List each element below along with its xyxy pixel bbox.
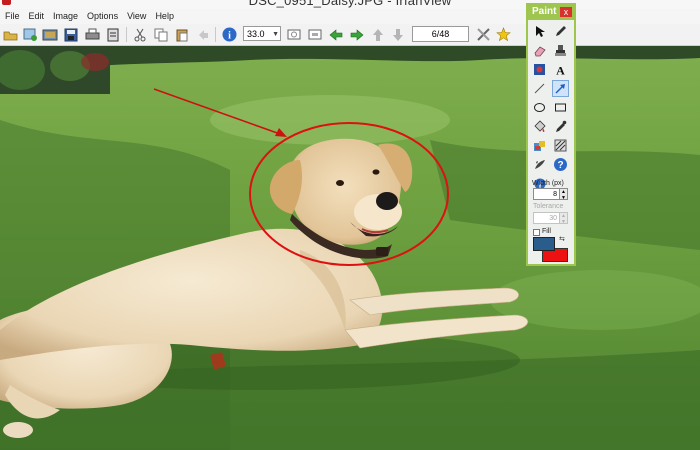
original-size-icon[interactable]	[307, 27, 323, 42]
menu-help[interactable]: Help	[151, 9, 178, 24]
fill-tool-button[interactable]	[531, 118, 548, 135]
paint-title: Paint	[532, 6, 557, 17]
rectangle-icon	[555, 103, 566, 112]
help-icon: ?	[554, 158, 567, 171]
toolbar-separator	[215, 27, 216, 42]
scanner-icon[interactable]	[105, 27, 121, 42]
brush-tool-button[interactable]	[552, 23, 569, 40]
line-tool-button[interactable]	[531, 80, 548, 97]
tolerance-spinner[interactable]: 30 ▲ ▼	[533, 212, 569, 225]
ellipse-icon	[534, 103, 545, 112]
toolbar: i 33.0 ▼ 6/48	[0, 24, 700, 46]
dog-photo	[0, 46, 700, 450]
paste-icon[interactable]	[174, 27, 190, 42]
thumbnails-icon[interactable]	[42, 27, 58, 42]
width-input[interactable]: 8	[533, 188, 560, 200]
text-icon: A	[556, 64, 565, 77]
spinner-arrows-icon[interactable]: ▲ ▼	[560, 188, 568, 201]
magic-icon	[535, 160, 545, 169]
redeye-tool-button[interactable]	[531, 61, 548, 78]
menu-options[interactable]: Options	[83, 9, 122, 24]
line-icon	[534, 83, 545, 94]
info-icon[interactable]: i	[221, 27, 237, 42]
paint-title-bar[interactable]: Paint x	[528, 5, 574, 20]
undo-icon[interactable]	[195, 27, 211, 42]
effects-icon	[554, 139, 567, 152]
zoom-value: 33.0	[247, 29, 265, 39]
chevron-down-icon[interactable]: ▼	[272, 27, 279, 42]
spray-icon	[534, 141, 545, 151]
text-tool-button[interactable]: A	[552, 61, 569, 78]
width-spinner[interactable]: 8 ▲ ▼	[533, 188, 569, 201]
tolerance-label: Tolerance	[533, 203, 564, 210]
close-icon: x	[563, 7, 569, 17]
width-label: Width (px)	[532, 180, 564, 187]
fill-checkbox[interactable]	[533, 229, 540, 236]
next-dir-icon[interactable]	[390, 27, 406, 42]
image-canvas[interactable]	[0, 46, 700, 450]
eraser-tool-button[interactable]	[531, 42, 548, 59]
color-picker-tool-button[interactable]	[552, 118, 569, 135]
pointer-icon	[535, 26, 545, 37]
cut-icon[interactable]	[132, 27, 148, 42]
help-tool-button[interactable]: ?	[552, 156, 569, 173]
settings-icon[interactable]	[475, 27, 491, 42]
arrow-line-icon	[555, 84, 565, 94]
brush-icon	[556, 26, 566, 36]
prev-icon[interactable]	[328, 27, 344, 42]
copy-icon[interactable]	[153, 27, 169, 42]
toolbar-separator	[126, 27, 127, 42]
window-title: DSC_0951_Daisy.JPG - IrfanView	[248, 0, 452, 8]
ellipse-tool-button[interactable]	[531, 99, 548, 116]
svg-text:?: ?	[557, 160, 563, 171]
slideshow-icon[interactable]	[22, 27, 38, 42]
next-icon[interactable]	[349, 27, 365, 42]
open-folder-icon[interactable]	[2, 27, 18, 42]
paint-bucket-icon	[534, 120, 546, 132]
eyedropper-icon	[556, 120, 567, 132]
svg-text:A: A	[556, 64, 565, 77]
favorite-icon[interactable]	[495, 27, 511, 42]
rectangle-tool-button[interactable]	[552, 99, 569, 116]
print-icon[interactable]	[84, 27, 100, 42]
prev-dir-icon[interactable]	[370, 27, 386, 42]
red-eye-icon	[534, 64, 545, 75]
menu-image[interactable]: Image	[49, 9, 82, 24]
spray-tool-button[interactable]	[531, 137, 548, 154]
magic-tool-button[interactable]	[531, 156, 548, 173]
pointer-tool-button[interactable]	[531, 23, 548, 40]
clone-stamp-icon	[555, 45, 566, 56]
fit-window-icon[interactable]	[286, 27, 302, 42]
svg-text:i: i	[228, 31, 231, 42]
zoom-select[interactable]: 33.0 ▼	[243, 26, 281, 41]
title-bar: DSC_0951_Daisy.JPG - IrfanView	[0, 0, 700, 9]
menu-file[interactable]: File	[1, 9, 24, 24]
spinner-arrows-icon[interactable]: ▲ ▼	[560, 212, 568, 225]
arrow-tool-button[interactable]	[552, 80, 569, 97]
clone-tool-button[interactable]	[552, 42, 569, 59]
menu-view[interactable]: View	[123, 9, 150, 24]
eraser-icon	[534, 45, 546, 56]
swap-colors-icon[interactable]: ⇆	[559, 235, 565, 243]
tolerance-input[interactable]: 30	[533, 212, 560, 224]
close-button[interactable]: x	[560, 7, 572, 17]
menu-edit[interactable]: Edit	[25, 9, 49, 24]
foreground-color-swatch[interactable]	[533, 237, 555, 251]
fill-label: Fill	[542, 228, 551, 235]
menu-bar: File Edit Image Options View Help	[0, 9, 700, 24]
save-icon[interactable]	[63, 27, 79, 42]
page-counter[interactable]: 6/48	[412, 26, 469, 42]
effects-tool-button[interactable]	[552, 137, 569, 154]
paint-dialog: Paint x A ? i Width (px) 8 ▲ ▼ Tolerance…	[526, 3, 576, 266]
